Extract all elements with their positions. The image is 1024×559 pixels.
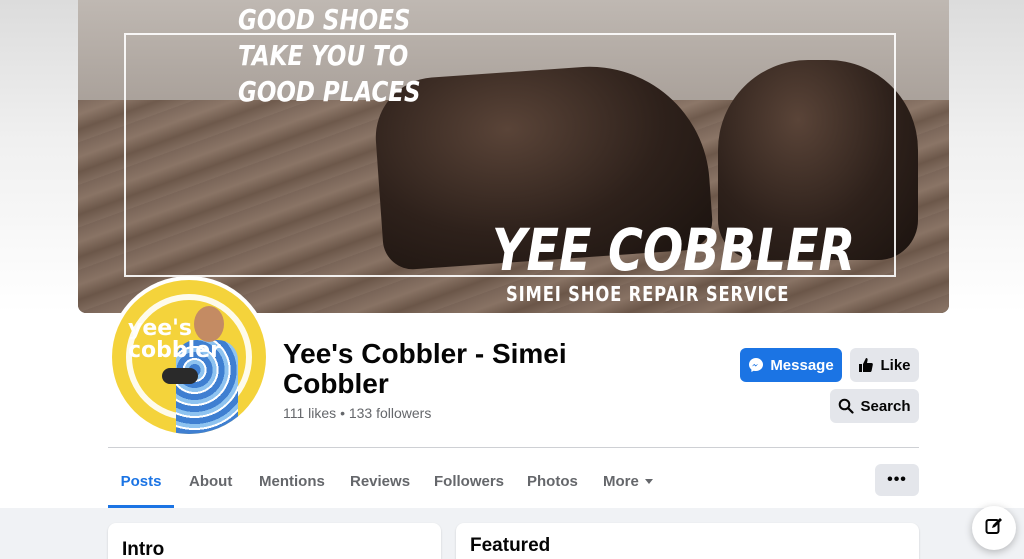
search-icon (838, 398, 855, 414)
cover-brand-title: YEE COBBLER (492, 216, 856, 284)
avatar-held-shoe (162, 368, 198, 384)
caret-down-icon (644, 479, 653, 484)
avatar-logo-text: yee's cobbler (128, 318, 221, 362)
intro-card: Intro (108, 523, 441, 559)
tabs-divider (108, 447, 919, 448)
avatar: yee's cobbler (112, 280, 266, 434)
tab-followers-label: Followers (434, 473, 505, 490)
tab-photos-label: Photos (527, 473, 578, 490)
slogan-line-2: TAKE YOU TO (238, 39, 409, 72)
profile-picture[interactable]: yee's cobbler (108, 276, 270, 438)
tab-mentions[interactable]: Mentions (259, 462, 325, 508)
avatar-logo-line-1: yee's (128, 316, 193, 341)
search-button-label: Search (860, 397, 911, 415)
messenger-icon (748, 357, 764, 373)
tab-more-label: More (603, 473, 639, 490)
more-options-button[interactable]: ••• (875, 464, 919, 496)
slogan-line-3: GOOD PLACES (238, 75, 421, 108)
cover-brand-subtitle: SIMEI SHOE REPAIR SERVICE (506, 282, 790, 306)
intro-card-title: Intro (122, 539, 165, 559)
cover-slogan: GOOD SHOES TAKE YOU TO GOOD PLACES (238, 2, 421, 110)
tab-reviews[interactable]: Reviews (350, 462, 410, 508)
featured-card-title: Featured (470, 535, 551, 556)
compose-button[interactable] (972, 506, 1016, 550)
tab-about-label: About (189, 473, 233, 490)
message-button[interactable]: Message (740, 348, 842, 382)
compose-icon (984, 516, 1004, 541)
tab-about[interactable]: About (189, 462, 232, 508)
tab-more[interactable]: More (603, 462, 653, 508)
search-button[interactable]: Search (830, 389, 919, 423)
message-button-label: Message (770, 356, 834, 374)
page-stats[interactable]: 111 likes • 133 followers (283, 405, 431, 421)
like-button[interactable]: Like (850, 348, 919, 382)
page-title: Yee's Cobbler - Simei Cobbler (283, 338, 567, 399)
tab-followers[interactable]: Followers (434, 462, 504, 508)
tab-photos[interactable]: Photos (527, 462, 578, 508)
tab-posts[interactable]: Posts (108, 462, 174, 508)
like-button-label: Like (880, 356, 911, 374)
avatar-logo-line-2: cobbler (128, 338, 221, 363)
thumbs-up-icon (858, 357, 874, 373)
cover-photo[interactable]: GOOD SHOES TAKE YOU TO GOOD PLACES YEE C… (78, 0, 949, 313)
tab-mentions-label: Mentions (259, 473, 325, 490)
slogan-line-1: GOOD SHOES (238, 3, 411, 36)
tab-posts-label: Posts (120, 473, 162, 490)
tab-reviews-label: Reviews (350, 473, 411, 490)
featured-card: Featured (456, 523, 919, 559)
